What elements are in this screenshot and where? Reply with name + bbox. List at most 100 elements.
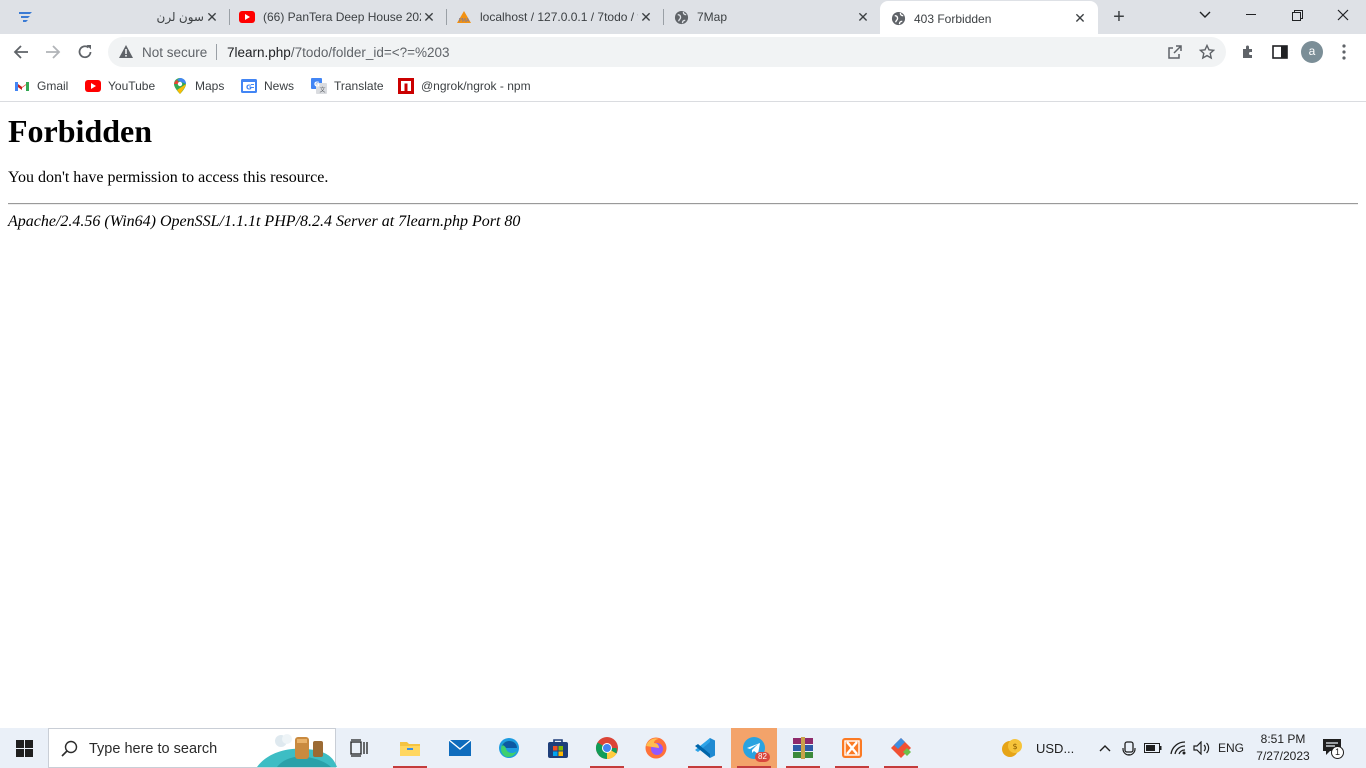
winrar-icon bbox=[793, 737, 813, 759]
address-divider bbox=[216, 44, 217, 60]
tab-youtube[interactable]: (66) PanTera Deep House 2023 ✕ bbox=[229, 0, 447, 34]
tab-title: سون لرن bbox=[156, 10, 205, 24]
taskbar-clock[interactable]: 8:51 PM 7/27/2023 bbox=[1248, 731, 1318, 765]
taskbar-git-gui[interactable] bbox=[878, 728, 924, 768]
close-icon[interactable]: ✕ bbox=[638, 9, 654, 25]
bookmark-label: Maps bbox=[195, 79, 225, 93]
share-icon[interactable] bbox=[1166, 43, 1184, 61]
window-close-button[interactable] bbox=[1320, 0, 1366, 30]
show-hidden-icons-button[interactable] bbox=[1095, 728, 1115, 768]
taskbar-store[interactable] bbox=[535, 728, 581, 768]
gmail-icon bbox=[14, 78, 30, 94]
bookmark-star-icon[interactable] bbox=[1198, 43, 1216, 61]
bookmark-gmail[interactable]: Gmail bbox=[14, 76, 68, 96]
taskbar-telegram[interactable]: 82 bbox=[731, 728, 777, 768]
tab-strip: سون لرن ✕ (66) PanTera Deep House 2023 ✕… bbox=[0, 0, 1366, 36]
profile-avatar[interactable]: a bbox=[1301, 41, 1323, 63]
bookmark-news[interactable]: G News bbox=[241, 76, 294, 96]
youtube-icon bbox=[85, 78, 101, 94]
maps-icon bbox=[172, 78, 188, 94]
server-signature: Apache/2.4.56 (Win64) OpenSSL/1.1.1t PHP… bbox=[8, 213, 521, 230]
taskbar-file-explorer[interactable] bbox=[387, 728, 433, 768]
close-icon[interactable]: ✕ bbox=[204, 9, 220, 25]
weather-widget[interactable]: $ USD... bbox=[1000, 728, 1080, 768]
edge-icon bbox=[499, 738, 519, 758]
tab-403-forbidden[interactable]: 403 Forbidden ✕ bbox=[880, 1, 1098, 36]
divider bbox=[8, 203, 1358, 205]
back-button[interactable] bbox=[7, 38, 35, 66]
task-view-icon bbox=[350, 739, 368, 757]
address-bar[interactable]: Not secure 7learn.php/7todo/folder_id=<?… bbox=[108, 37, 1226, 67]
tab-title: 7Map bbox=[697, 10, 728, 24]
svg-text:文: 文 bbox=[320, 86, 326, 94]
restore-button[interactable] bbox=[1274, 0, 1320, 30]
tab-title: 403 Forbidden bbox=[914, 11, 992, 26]
security-label[interactable]: Not secure bbox=[142, 45, 207, 60]
taskbar-firefox[interactable] bbox=[633, 728, 679, 768]
menu-dots-icon[interactable] bbox=[1334, 42, 1354, 62]
taskbar-winrar[interactable] bbox=[780, 728, 826, 768]
start-button[interactable] bbox=[0, 728, 48, 768]
extensions-icon[interactable] bbox=[1238, 42, 1258, 62]
taskbar-chrome[interactable] bbox=[584, 728, 630, 768]
forward-button[interactable] bbox=[39, 38, 67, 66]
close-icon[interactable]: ✕ bbox=[421, 9, 437, 25]
battery-button[interactable] bbox=[1142, 728, 1164, 768]
task-view-button[interactable] bbox=[337, 728, 383, 768]
bookmark-translate[interactable]: G文 Translate bbox=[311, 76, 384, 96]
translate-icon: G文 bbox=[311, 78, 327, 94]
chevron-up-icon bbox=[1099, 745, 1111, 752]
close-icon[interactable]: ✕ bbox=[1072, 10, 1088, 27]
npm-icon bbox=[398, 78, 414, 94]
tab-7map[interactable]: 7Map ✕ bbox=[663, 0, 881, 34]
tab-search-button[interactable] bbox=[1182, 0, 1228, 30]
page-title: Forbidden bbox=[8, 113, 153, 149]
search-icon bbox=[61, 740, 78, 757]
firefox-icon bbox=[645, 737, 667, 759]
tab-title: localhost / 127.0.0.1 / 7todo / folders bbox=[480, 10, 638, 24]
meet-now-button[interactable] bbox=[1119, 728, 1139, 768]
bookmark-youtube[interactable]: YouTube bbox=[85, 76, 155, 96]
close-icon[interactable]: ✕ bbox=[855, 9, 871, 25]
taskbar-edge[interactable] bbox=[486, 728, 532, 768]
volume-button[interactable] bbox=[1191, 728, 1213, 768]
taskbar-xampp[interactable] bbox=[829, 728, 875, 768]
error-message: You don't have permission to access this… bbox=[8, 169, 329, 186]
wifi-icon bbox=[1170, 741, 1186, 755]
taskbar-vscode[interactable] bbox=[682, 728, 728, 768]
windows-logo-icon bbox=[15, 739, 33, 757]
svg-text:PMA: PMA bbox=[459, 18, 470, 24]
notification-count-badge: 1 bbox=[1331, 746, 1344, 759]
bookmark-maps[interactable]: Maps bbox=[172, 76, 224, 96]
chevron-down-icon bbox=[1199, 11, 1211, 18]
battery-icon bbox=[1144, 743, 1162, 753]
side-panel-icon[interactable] bbox=[1270, 42, 1290, 62]
close-icon bbox=[1337, 9, 1349, 21]
reload-button[interactable] bbox=[71, 38, 99, 66]
url-text[interactable]: 7learn.php/7todo/folder_id=<?=%203 bbox=[227, 45, 450, 60]
windows-taskbar: Type here to search 82 $ USD... ENG 8:51… bbox=[0, 728, 1366, 768]
tab-sevenlearn[interactable]: سون لرن ✕ bbox=[8, 0, 230, 34]
bookmark-label: Gmail bbox=[37, 79, 69, 93]
minimize-icon bbox=[1246, 14, 1256, 15]
chrome-icon bbox=[596, 737, 618, 759]
browser-toolbar: Not secure 7learn.php/7todo/folder_id=<?… bbox=[0, 34, 1366, 70]
telegram-unread-badge: 82 bbox=[755, 752, 770, 762]
input-language-button[interactable]: ENG bbox=[1216, 728, 1246, 768]
svg-text:$: $ bbox=[1012, 742, 1017, 751]
microphone-icon bbox=[1122, 741, 1136, 756]
notification-center-button[interactable]: 1 bbox=[1322, 736, 1346, 760]
taskbar-search-box[interactable]: Type here to search bbox=[48, 728, 337, 768]
new-tab-button[interactable]: + bbox=[1108, 6, 1130, 28]
tab-phpmyadmin[interactable]: PMA localhost / 127.0.0.1 / 7todo / fold… bbox=[446, 0, 664, 34]
warning-icon[interactable] bbox=[118, 44, 134, 59]
clock-time: 8:51 PM bbox=[1260, 732, 1306, 746]
url-path: /7todo/folder_id=<?=%203 bbox=[290, 45, 450, 60]
sevenlearn-icon bbox=[18, 9, 34, 25]
taskbar-mail[interactable] bbox=[437, 728, 483, 768]
vscode-icon bbox=[695, 738, 715, 758]
bookmark-ngrok-npm[interactable]: @ngrok/ngrok - npm bbox=[398, 76, 531, 96]
network-button[interactable] bbox=[1167, 728, 1189, 768]
minimize-button[interactable] bbox=[1228, 0, 1274, 30]
language-label: ENG bbox=[1217, 741, 1244, 755]
